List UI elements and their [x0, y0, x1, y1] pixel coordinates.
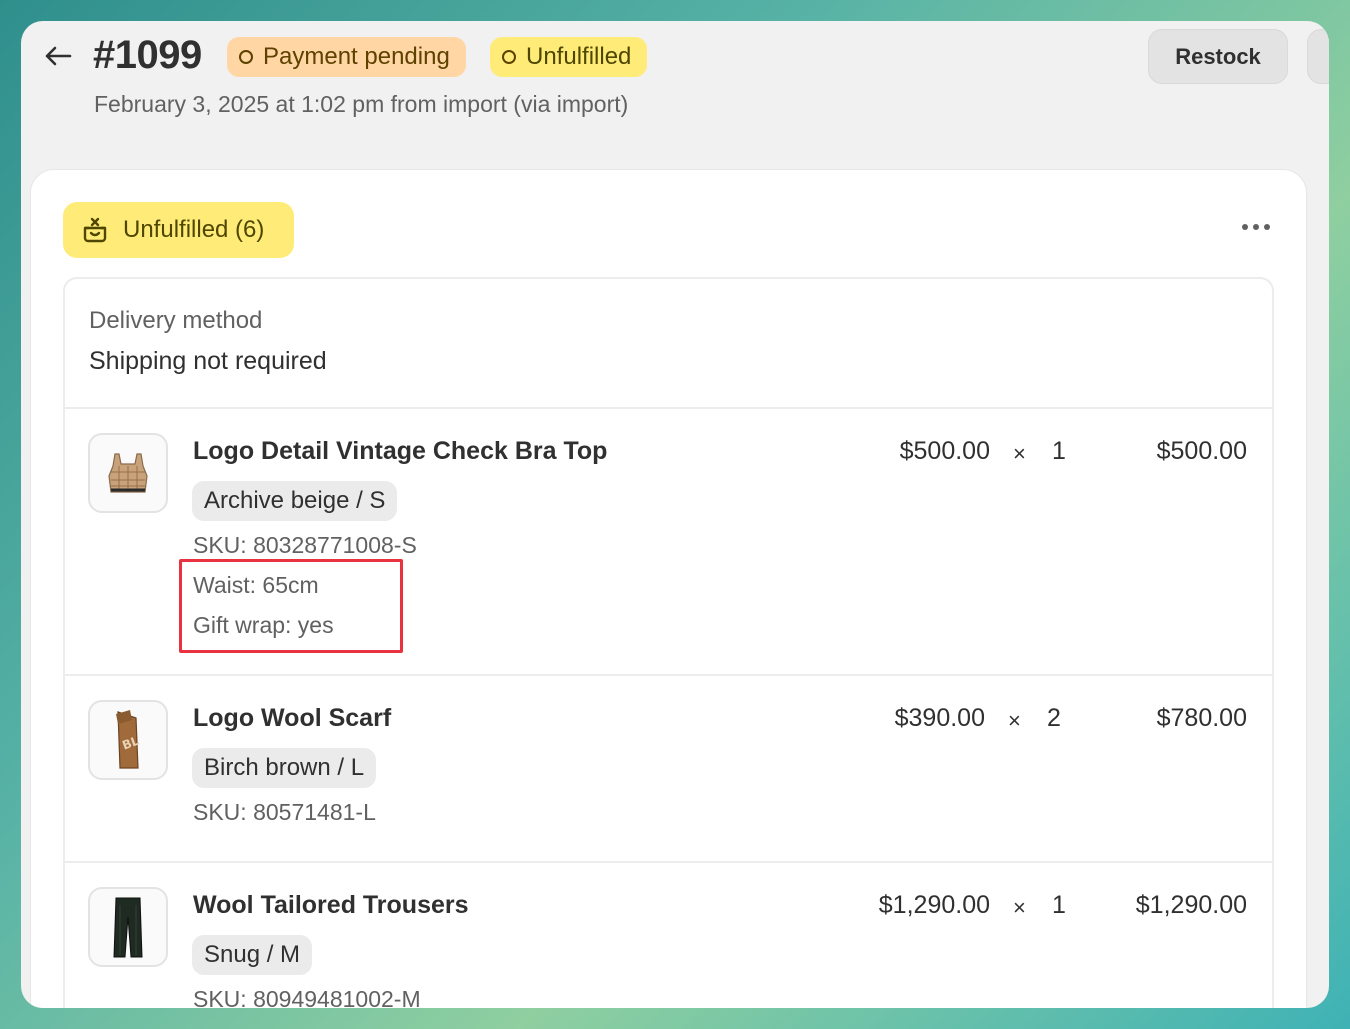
more-actions-button[interactable]	[1307, 29, 1329, 84]
payment-status-badge: Payment pending	[227, 37, 466, 77]
product-thumbnail[interactable]: BL	[88, 700, 168, 780]
line-item: Wool Tailored Trousers Snug / M SKU: 809…	[65, 863, 1272, 1008]
unit-price: $390.00	[894, 704, 985, 732]
line-total: $780.00	[1156, 704, 1247, 732]
product-title[interactable]: Wool Tailored Trousers	[193, 891, 469, 920]
more-options-button[interactable]	[1236, 216, 1276, 238]
order-window: #1099 Payment pending Unfulfilled Februa…	[21, 21, 1329, 1008]
line-item-property: Gift wrap: yes	[193, 612, 334, 638]
quantity: 2	[1047, 704, 1061, 732]
product-title[interactable]: Logo Detail Vintage Check Bra Top	[193, 437, 607, 466]
pending-circle-icon	[502, 50, 516, 64]
quantity: 1	[1052, 437, 1066, 465]
line-items-panel: Delivery method Shipping not required Lo…	[63, 277, 1274, 1008]
multiply-sign: ×	[1013, 895, 1026, 920]
fulfillment-card: Unfulfilled (6) Delivery method Shipping…	[30, 169, 1307, 1008]
dot-icon	[1264, 224, 1270, 230]
product-sku: SKU: 80949481002-M	[193, 986, 421, 1008]
variant-chip: Archive beige / S	[192, 481, 398, 521]
line-total: $500.00	[1156, 437, 1247, 465]
unfulfilled-count-badge: Unfulfilled (6)	[63, 202, 294, 258]
multiply-sign: ×	[1008, 708, 1021, 733]
variant-chip: Snug / M	[192, 935, 313, 975]
back-button[interactable]	[41, 39, 75, 73]
delivery-method-label: Delivery method	[89, 307, 263, 334]
arrow-left-icon	[45, 46, 72, 66]
product-sku: SKU: 80328771008-S	[193, 532, 417, 558]
unit-price: $1,290.00	[878, 891, 990, 919]
pending-circle-icon	[239, 50, 253, 64]
restock-button[interactable]: Restock	[1148, 29, 1288, 84]
order-date-source: February 3, 2025 at 1:02 pm from import …	[94, 91, 629, 117]
unit-price: $500.00	[899, 437, 990, 465]
product-sku: SKU: 80571481-L	[193, 799, 376, 825]
package-x-icon	[83, 217, 107, 243]
order-header: #1099 Payment pending Unfulfilled Februa…	[21, 21, 1329, 171]
line-item: Logo Detail Vintage Check Bra Top Archiv…	[65, 409, 1272, 674]
delivery-method: Delivery method Shipping not required	[89, 307, 327, 376]
dot-icon	[1242, 224, 1248, 230]
bra-top-icon	[108, 453, 148, 493]
fulfillment-status-label: Unfulfilled	[526, 43, 632, 70]
line-item: BL Logo Wool Scarf Birch brown / L SKU: …	[65, 676, 1272, 861]
product-title[interactable]: Logo Wool Scarf	[193, 704, 391, 733]
variant-chip: Birch brown / L	[192, 748, 377, 788]
product-thumbnail[interactable]	[88, 433, 168, 513]
quantity: 1	[1052, 891, 1066, 919]
line-total: $1,290.00	[1135, 891, 1247, 919]
payment-status-label: Payment pending	[263, 43, 450, 70]
scarf-icon: BL	[116, 710, 141, 769]
product-thumbnail[interactable]	[88, 887, 168, 967]
line-item-property: Waist: 65cm	[193, 572, 319, 598]
dot-icon	[1253, 224, 1259, 230]
unfulfilled-count-label: Unfulfilled (6)	[123, 216, 265, 243]
delivery-method-value: Shipping not required	[89, 347, 327, 375]
multiply-sign: ×	[1013, 441, 1026, 466]
trousers-icon	[113, 897, 143, 958]
fulfillment-status-badge: Unfulfilled	[490, 37, 648, 77]
page-title: #1099	[93, 33, 202, 77]
